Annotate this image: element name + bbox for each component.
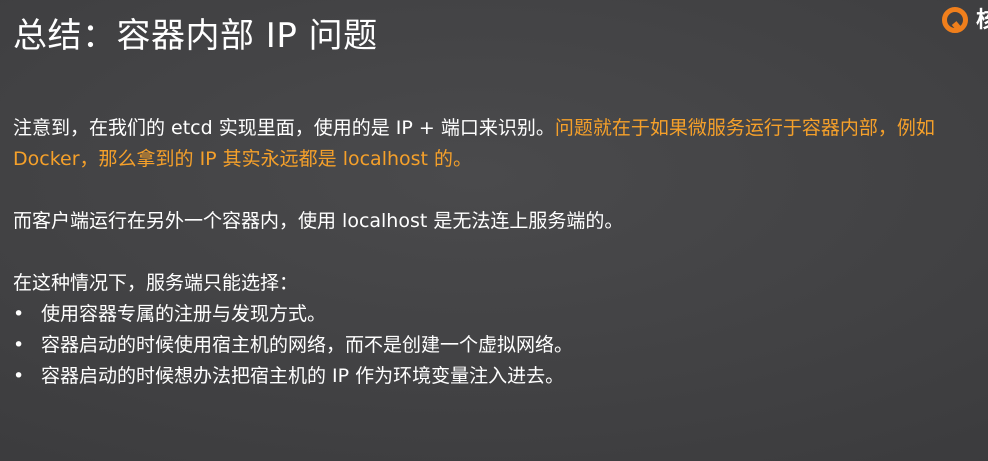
paragraph-normal-text: 注意到，在我们的 etcd 实现里面，使用的是 IP + 端口来识别。 [13, 117, 555, 139]
slide-title: 总结：容器内部 IP 问题 [13, 16, 378, 56]
slide-content: 注意到，在我们的 etcd 实现里面，使用的是 IP + 端口来识别。问题就在于… [13, 113, 973, 392]
bullet-icon: • [13, 303, 25, 325]
slide: 总结：容器内部 IP 问题 核 注意到，在我们的 etcd 实现里面，使用的是 … [0, 0, 988, 461]
paragraph-etcd-note: 注意到，在我们的 etcd 实现里面，使用的是 IP + 端口来识别。问题就在于… [13, 113, 973, 175]
list-item: • 使用容器专属的注册与发现方式。 [13, 299, 973, 330]
list-item: • 容器启动的时候想办法把宿主机的 IP 作为环境变量注入进去。 [13, 361, 973, 392]
brand-text: 核 [976, 8, 988, 33]
options-list: • 使用容器专属的注册与发现方式。 • 容器启动的时候使用宿主机的网络，而不是创… [13, 299, 973, 392]
list-item-text: 容器启动的时候想办法把宿主机的 IP 作为环境变量注入进去。 [41, 365, 565, 387]
bullet-icon: • [13, 365, 25, 387]
brand-logo: 核 [942, 4, 988, 38]
list-item: • 容器启动的时候使用宿主机的网络，而不是创建一个虚拟网络。 [13, 330, 973, 361]
list-item-text: 容器启动的时候使用宿主机的网络，而不是创建一个虚拟网络。 [41, 334, 574, 356]
paragraph-client-note: 而客户端运行在另外一个容器内，使用 localhost 是无法连上服务端的。 [13, 210, 624, 232]
q-logo-icon [942, 7, 968, 33]
list-item-text: 使用容器专属的注册与发现方式。 [41, 303, 327, 325]
bullet-icon: • [13, 334, 25, 356]
paragraph-options-intro: 在这种情况下，服务端只能选择： [13, 272, 299, 294]
